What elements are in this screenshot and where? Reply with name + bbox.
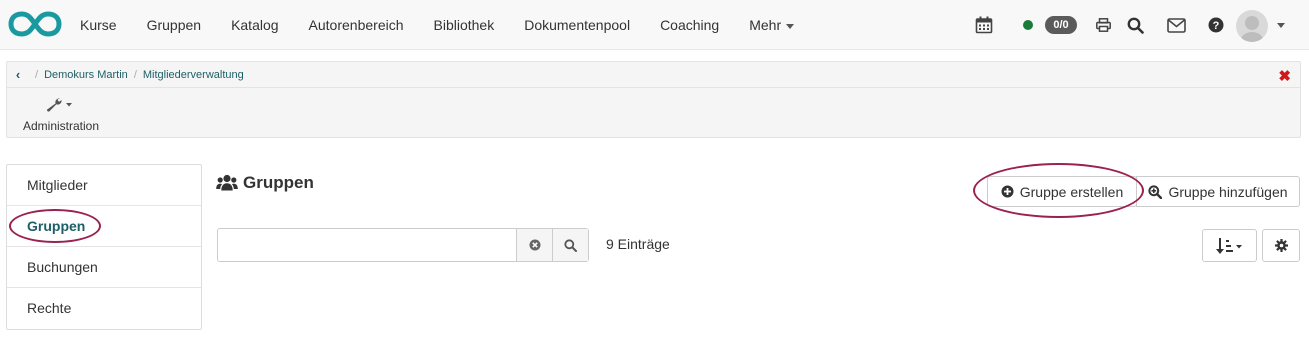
add-group-button[interactable]: Gruppe hinzufügen — [1136, 176, 1300, 207]
side-item-mitglieder[interactable]: Mitglieder — [7, 165, 201, 206]
openolat-logo-icon[interactable] — [8, 10, 62, 38]
nav-gruppen[interactable]: Gruppen — [132, 0, 216, 50]
sort-amount-icon — [1215, 237, 1242, 254]
administration-label: Administration — [22, 119, 100, 133]
main-nav: Kurse Gruppen Katalog Autorenbereich Bib… — [65, 0, 809, 50]
member-side-menu: Mitglieder Gruppen Buchungen Rechte — [6, 164, 202, 330]
nav-katalog[interactable]: Katalog — [216, 0, 293, 50]
settings-button[interactable] — [1262, 229, 1300, 262]
side-item-gruppen[interactable]: Gruppen — [7, 206, 201, 247]
sort-dropdown-button[interactable] — [1202, 229, 1257, 262]
breadcrumb-separator: / — [133, 68, 137, 81]
breadcrumb: ‹ / Demokurs Martin / Mitgliederverwaltu… — [7, 62, 1300, 88]
administration-dropdown[interactable]: Administration — [21, 96, 101, 133]
nav-mehr-dropdown[interactable]: Mehr — [734, 0, 809, 50]
side-item-rechte[interactable]: Rechte — [7, 288, 201, 329]
search-icon — [564, 238, 577, 252]
create-group-label: Gruppe erstellen — [1019, 183, 1124, 200]
user-menu-caret-icon[interactable] — [1277, 23, 1285, 28]
back-chevron-icon[interactable]: ‹ — [7, 67, 29, 82]
plus-circle-icon — [1001, 185, 1014, 198]
users-icon — [216, 174, 238, 191]
create-group-button[interactable]: Gruppe erstellen — [987, 176, 1137, 207]
search-input[interactable] — [218, 229, 516, 261]
clear-circle-icon — [529, 239, 540, 251]
side-item-buchungen[interactable]: Buchungen — [7, 247, 201, 288]
nav-kurse[interactable]: Kurse — [65, 0, 132, 50]
nav-bibliothek[interactable]: Bibliothek — [419, 0, 510, 50]
add-group-label: Gruppe hinzufügen — [1168, 183, 1288, 200]
page-title: Gruppen — [216, 173, 314, 193]
search-icon[interactable] — [1126, 15, 1144, 35]
close-icon[interactable]: ✖ — [1278, 67, 1291, 85]
help-icon[interactable]: ? — [1207, 15, 1225, 35]
breadcrumb-course[interactable]: Demokurs Martin — [44, 69, 128, 81]
print-icon[interactable] — [1095, 15, 1111, 35]
course-toolbar: ‹ / Demokurs Martin / Mitgliederverwaltu… — [6, 61, 1301, 138]
page-title-text: Gruppen — [243, 173, 314, 192]
nav-mehr-label: Mehr — [749, 17, 782, 33]
wrench-icon — [47, 98, 72, 112]
nav-autorenbereich[interactable]: Autorenbereich — [294, 0, 419, 50]
user-avatar[interactable] — [1236, 10, 1268, 42]
calendar-icon[interactable] — [975, 15, 993, 35]
svg-text:?: ? — [1213, 20, 1220, 32]
caret-down-icon — [786, 23, 795, 29]
nav-dokumentenpool[interactable]: Dokumentenpool — [509, 0, 645, 50]
clear-search-button[interactable] — [516, 229, 552, 261]
breadcrumb-member-management[interactable]: Mitgliederverwaltung — [143, 69, 244, 81]
search-submit-button[interactable] — [552, 229, 588, 261]
online-status-icon[interactable] — [1023, 20, 1033, 30]
nav-coaching[interactable]: Coaching — [645, 0, 734, 50]
notification-badge[interactable]: 0/0 — [1045, 16, 1077, 34]
search-box — [217, 228, 589, 262]
breadcrumb-separator: / — [35, 68, 39, 81]
top-navbar: Kurse Gruppen Katalog Autorenbereich Bib… — [0, 0, 1309, 50]
gear-icon — [1274, 239, 1288, 252]
mail-icon[interactable] — [1166, 15, 1186, 35]
entries-count: 9 Einträge — [606, 236, 670, 252]
zoom-in-icon — [1148, 184, 1163, 199]
